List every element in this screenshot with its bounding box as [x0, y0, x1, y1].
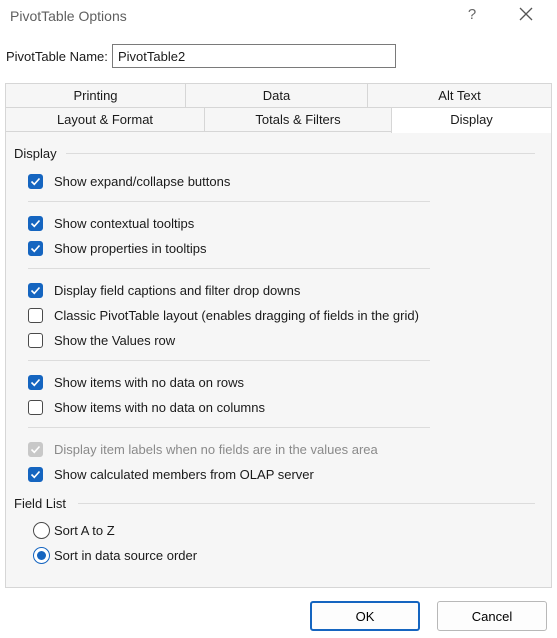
checkbox-checked-icon [28, 283, 43, 298]
separator [28, 268, 430, 269]
pivottable-name-label: PivotTable Name: [6, 49, 108, 64]
tab-printing[interactable]: Printing [5, 83, 186, 108]
option-label: Show items with no data on rows [54, 375, 245, 390]
option-label: Classic PivotTable layout (enables dragg… [54, 308, 419, 323]
separator [28, 201, 430, 202]
tab-data[interactable]: Data [185, 83, 368, 108]
radio-unselected-icon [33, 522, 50, 539]
option-label: Show calculated members from OLAP server [54, 467, 314, 482]
option-label: Sort in data source order [54, 548, 198, 563]
option-label: Show contextual tooltips [54, 216, 195, 231]
field-list-section-divider [78, 503, 535, 504]
ok-button[interactable]: OK [310, 601, 420, 631]
help-icon[interactable]: ? [462, 6, 482, 26]
tab-row-back: Printing Data Alt Text [5, 83, 552, 108]
option-label: Show items with no data on columns [54, 400, 265, 415]
display-section-divider [66, 153, 535, 154]
tab-display[interactable]: Display [391, 107, 552, 133]
checkbox-checked-icon [28, 216, 43, 231]
option-label: Sort A to Z [54, 523, 115, 538]
option-label: Show the Values row [54, 333, 176, 348]
checkbox-unchecked-icon [28, 333, 43, 348]
window-title: PivotTable Options [10, 8, 127, 24]
tab-panel [5, 130, 552, 588]
option-label: Show properties in tooltips [54, 241, 207, 256]
checkbox-unchecked-icon [28, 400, 43, 415]
separator [28, 427, 430, 428]
cancel-button[interactable]: Cancel [437, 601, 547, 631]
radio-selected-icon [33, 547, 50, 564]
option-label: Display item labels when no fields are i… [54, 442, 378, 457]
display-section-title: Display [14, 146, 57, 161]
tab-alt-text[interactable]: Alt Text [367, 83, 552, 108]
field-list-section-title: Field List [14, 496, 67, 511]
option-label: Display field captions and filter drop d… [54, 283, 301, 298]
separator [28, 360, 430, 361]
checkbox-unchecked-icon [28, 308, 43, 323]
tab-row-front: Layout & Format Totals & Filters Display [5, 107, 552, 133]
pivottable-name-input[interactable] [112, 44, 396, 68]
tab-layout-format[interactable]: Layout & Format [5, 107, 205, 132]
checkbox-disabled-icon [28, 442, 43, 457]
option-label: Show expand/collapse buttons [54, 174, 231, 189]
tab-totals-filters[interactable]: Totals & Filters [204, 107, 392, 132]
checkbox-checked-icon [28, 174, 43, 189]
checkbox-checked-icon [28, 375, 43, 390]
checkbox-checked-icon [28, 467, 43, 482]
close-icon[interactable] [512, 4, 540, 28]
title-bar: PivotTable Options ? [0, 0, 557, 34]
checkbox-checked-icon [28, 241, 43, 256]
